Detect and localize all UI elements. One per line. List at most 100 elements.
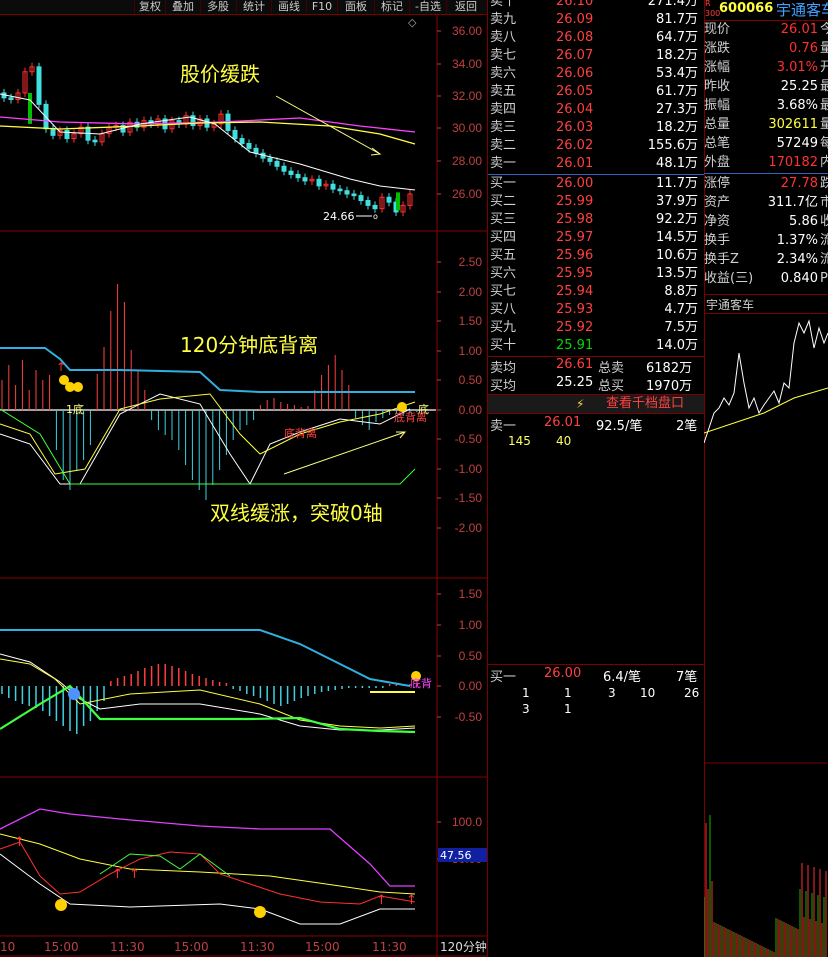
price-tick: 34.00 <box>452 57 482 71</box>
toolbar-button-3[interactable]: 统计 <box>236 0 271 14</box>
order-row[interactable]: 买六 25.95 13.5万 <box>490 265 702 283</box>
view-levels-button[interactable]: ⚡ 查看千档盘口 <box>488 394 704 414</box>
info-label: 外盘 <box>704 155 731 170</box>
annotation-cross: 双线缓涨，突破0轴 <box>210 501 383 525</box>
ma-line-white <box>0 93 416 191</box>
order-price: 25.92 <box>556 320 594 335</box>
info-value: 26.01 <box>780 22 818 37</box>
toolbar-button-6[interactable]: 面板 <box>337 0 374 14</box>
order-price: 26.10 <box>556 0 594 9</box>
info-value: 311.7亿 <box>767 195 818 210</box>
toolbar-button-7[interactable]: 标记 <box>374 0 409 14</box>
order-row[interactable]: 卖六 26.06 53.4万 <box>490 65 702 83</box>
order-row[interactable]: 买一 26.00 11.7万 <box>490 175 702 193</box>
order-row[interactable]: 卖三 26.03 18.2万 <box>490 119 702 137</box>
order-row[interactable]: 买三 25.98 92.2万 <box>490 211 702 229</box>
price-tick: 32.00 <box>452 89 482 103</box>
buy-avg: 25.25 <box>556 375 594 390</box>
macd-tick: 1.50 <box>459 314 483 328</box>
order-price: 26.05 <box>556 84 594 99</box>
toolbar-button-8[interactable]: -自选 <box>409 0 446 14</box>
order-row[interactable]: 买二 25.99 37.9万 <box>490 193 702 211</box>
candle <box>267 157 273 162</box>
info-row: 涨幅 3.01% 开 <box>704 58 828 77</box>
order-row[interactable]: 买八 25.93 4.7万 <box>490 301 702 319</box>
macd-tick: -2.00 <box>455 521 483 535</box>
label-bottom-1: 1底 <box>66 402 84 416</box>
queue-order: 3 <box>522 702 530 716</box>
info-label: 净资 <box>704 214 731 229</box>
macd-tick: -1.00 <box>455 462 483 476</box>
time-label: 15:00 <box>305 940 340 954</box>
order-volume: 27.3万 <box>656 102 698 117</box>
order-price: 26.07 <box>556 48 594 63</box>
dea-line <box>0 393 416 475</box>
info-value: 27.78 <box>780 176 818 191</box>
candle <box>337 188 343 192</box>
order-row[interactable]: 买十 25.91 14.0万 <box>490 337 702 355</box>
order-label: 买九 <box>490 320 517 335</box>
order-label: 卖三 <box>490 120 517 135</box>
info-label: 资产 <box>704 195 731 210</box>
total-sell-label: 总卖 <box>598 361 625 376</box>
order-label: 卖七 <box>490 48 517 63</box>
stock-tag-top: R <box>705 0 711 8</box>
smiley-icon <box>73 382 83 392</box>
panel3-tick: 1.00 <box>459 618 483 632</box>
total-buy-label: 总买 <box>598 379 625 394</box>
queue-buy-label: 买一 <box>490 670 517 685</box>
info-value: 3.68% <box>776 98 818 113</box>
toolbar-button-4[interactable]: 画线 <box>271 0 306 14</box>
info-row: 资产 311.7亿市 <box>704 193 828 212</box>
toolbar-button-9[interactable]: 返回 <box>446 0 485 14</box>
order-label: 卖十 <box>490 0 517 9</box>
toolbar-button-2[interactable]: 多股 <box>200 0 235 14</box>
candle <box>8 97 14 100</box>
intraday-mini-chart[interactable] <box>704 313 828 957</box>
order-volume: 13.5万 <box>656 266 698 281</box>
order-row[interactable]: 买九 25.92 7.5万 <box>490 319 702 337</box>
panel3-blue-line <box>0 629 411 687</box>
order-row[interactable]: 买七 25.94 8.8万 <box>490 283 702 301</box>
info-extra: 流 <box>820 252 828 267</box>
queue-buy-per: 6.4/笔 <box>603 670 642 685</box>
order-price: 25.93 <box>556 302 594 317</box>
toolbar-button-0[interactable]: 复权 <box>134 0 165 14</box>
order-row[interactable]: 卖一 26.01 48.1万 <box>490 155 702 173</box>
queue-sell-per: 92.5/笔 <box>596 419 643 434</box>
order-price: 26.01 <box>556 156 594 171</box>
order-label: 卖五 <box>490 84 517 99</box>
order-row[interactable]: 卖四 26.04 27.3万 <box>490 101 702 119</box>
up-arrow-icon: ↑ <box>406 893 417 908</box>
order-row[interactable]: 买五 25.96 10.6万 <box>490 247 702 265</box>
info-label: 换手Z <box>704 252 739 267</box>
toolbar-button-5[interactable]: F10 <box>306 0 337 14</box>
info-row: 振幅 3.68% 最 <box>704 96 828 115</box>
order-row[interactable]: 买四 25.97 14.5万 <box>490 229 702 247</box>
candle <box>50 128 56 136</box>
candle <box>274 160 280 167</box>
order-row[interactable]: 卖九 26.09 81.7万 <box>490 11 702 29</box>
info-row: 净资 5.86 收 <box>704 212 828 231</box>
info-value: 302611 <box>768 117 818 132</box>
queue-order: 10 <box>640 686 656 700</box>
period-label[interactable]: 120分钟 <box>440 939 487 954</box>
order-row[interactable]: 卖五 26.05 61.7万 <box>490 83 702 101</box>
order-row[interactable]: 卖八 26.08 64.7万 <box>490 29 702 47</box>
order-price: 25.94 <box>556 284 594 299</box>
price-tick: 26.00 <box>452 187 482 201</box>
toolbar-button-1[interactable]: 叠加 <box>165 0 200 14</box>
order-row[interactable]: 卖七 26.07 18.2万 <box>490 47 702 65</box>
macd-tick: 1.00 <box>459 344 483 358</box>
info-row: 涨停 27.78 跌 <box>704 174 828 193</box>
candle <box>365 200 371 206</box>
info-label: 涨停 <box>704 176 731 191</box>
order-price: 26.04 <box>556 102 594 117</box>
kline-chart-area[interactable]: 36.00 34.00 32.00 30.00 28.00 26.00 ◇ 股价缓跌 24.66… <box>0 14 487 957</box>
candle <box>330 183 336 190</box>
candle <box>288 170 294 175</box>
order-row[interactable]: 卖十 26.10 271.4万 <box>490 0 702 11</box>
order-row[interactable]: 卖二 26.02 155.6万 <box>490 137 702 155</box>
info-extra: 内 <box>820 155 828 170</box>
panel3-label: 底背 <box>410 676 432 690</box>
